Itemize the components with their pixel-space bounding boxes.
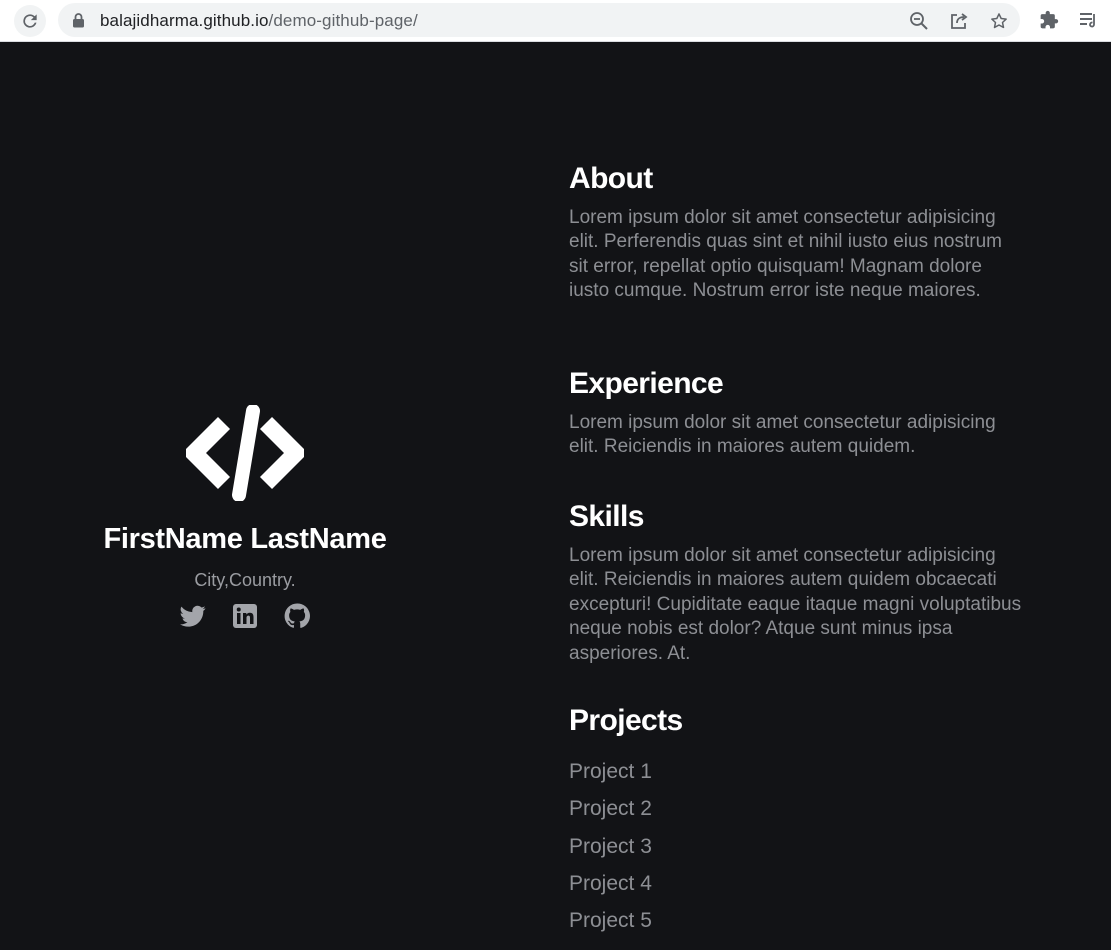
skills-text: Lorem ipsum dolor sit amet consectetur a… [569, 545, 1022, 664]
linkedin-icon [233, 604, 257, 628]
profile-name: FirstName LastName [103, 523, 387, 555]
projects-section: Projects Project 1 Project 2 Project 3 P… [569, 702, 683, 939]
reading-list-button[interactable] [1077, 9, 1099, 31]
reload-icon [23, 14, 37, 28]
bookmark-button[interactable] [988, 10, 1010, 32]
github-icon [284, 603, 310, 628]
profile-card: FirstName LastName City,Country. [60, 405, 430, 629]
twitter-link[interactable] [180, 603, 206, 629]
project-link-3[interactable]: Project 3 [569, 828, 683, 865]
experience-heading: Experience [569, 367, 724, 400]
project-link-5[interactable]: Project 5 [569, 902, 683, 939]
zoom-out-icon [910, 12, 928, 30]
about-section: About Lorem ipsum dolor sit amet consect… [569, 160, 1024, 304]
address-bar[interactable]: balajidharma.github.io/demo-github-page/ [58, 3, 1020, 37]
star-icon [991, 13, 1007, 29]
experience-section: Experience Lorem ipsum dolor sit amet co… [569, 365, 1024, 460]
experience-text: Lorem ipsum dolor sit amet consectetur a… [569, 412, 996, 458]
share-icon [951, 13, 968, 29]
project-list: Project 1 Project 2 Project 3 Project 4 … [569, 753, 683, 939]
linkedin-link[interactable] [232, 603, 258, 629]
profile-location: City,Country. [194, 570, 296, 590]
reload-button[interactable] [14, 5, 46, 37]
extensions-icon [1040, 10, 1059, 29]
lock-icon [73, 13, 84, 28]
twitter-icon [180, 605, 206, 627]
about-heading: About [569, 162, 653, 195]
skills-heading: Skills [569, 500, 644, 533]
about-text: Lorem ipsum dolor sit amet consectetur a… [569, 207, 1002, 302]
share-button[interactable] [948, 10, 970, 32]
reading-list-icon [1080, 13, 1095, 28]
code-icon [186, 405, 304, 501]
project-link-1[interactable]: Project 1 [569, 753, 683, 790]
projects-heading: Projects [569, 704, 683, 737]
project-link-2[interactable]: Project 2 [569, 790, 683, 827]
skills-section: Skills Lorem ipsum dolor sit amet consec… [569, 498, 1024, 666]
url-text[interactable]: balajidharma.github.io/demo-github-page/ [100, 11, 418, 31]
project-link-4[interactable]: Project 4 [569, 865, 683, 902]
extensions-button[interactable] [1038, 9, 1060, 31]
url-path: /demo-github-page/ [268, 11, 418, 30]
social-links [60, 603, 430, 629]
zoom-button[interactable] [908, 10, 930, 32]
url-domain: balajidharma.github.io [100, 11, 269, 30]
browser-toolbar: balajidharma.github.io/demo-github-page/ [0, 0, 1111, 42]
github-link[interactable] [284, 603, 310, 629]
